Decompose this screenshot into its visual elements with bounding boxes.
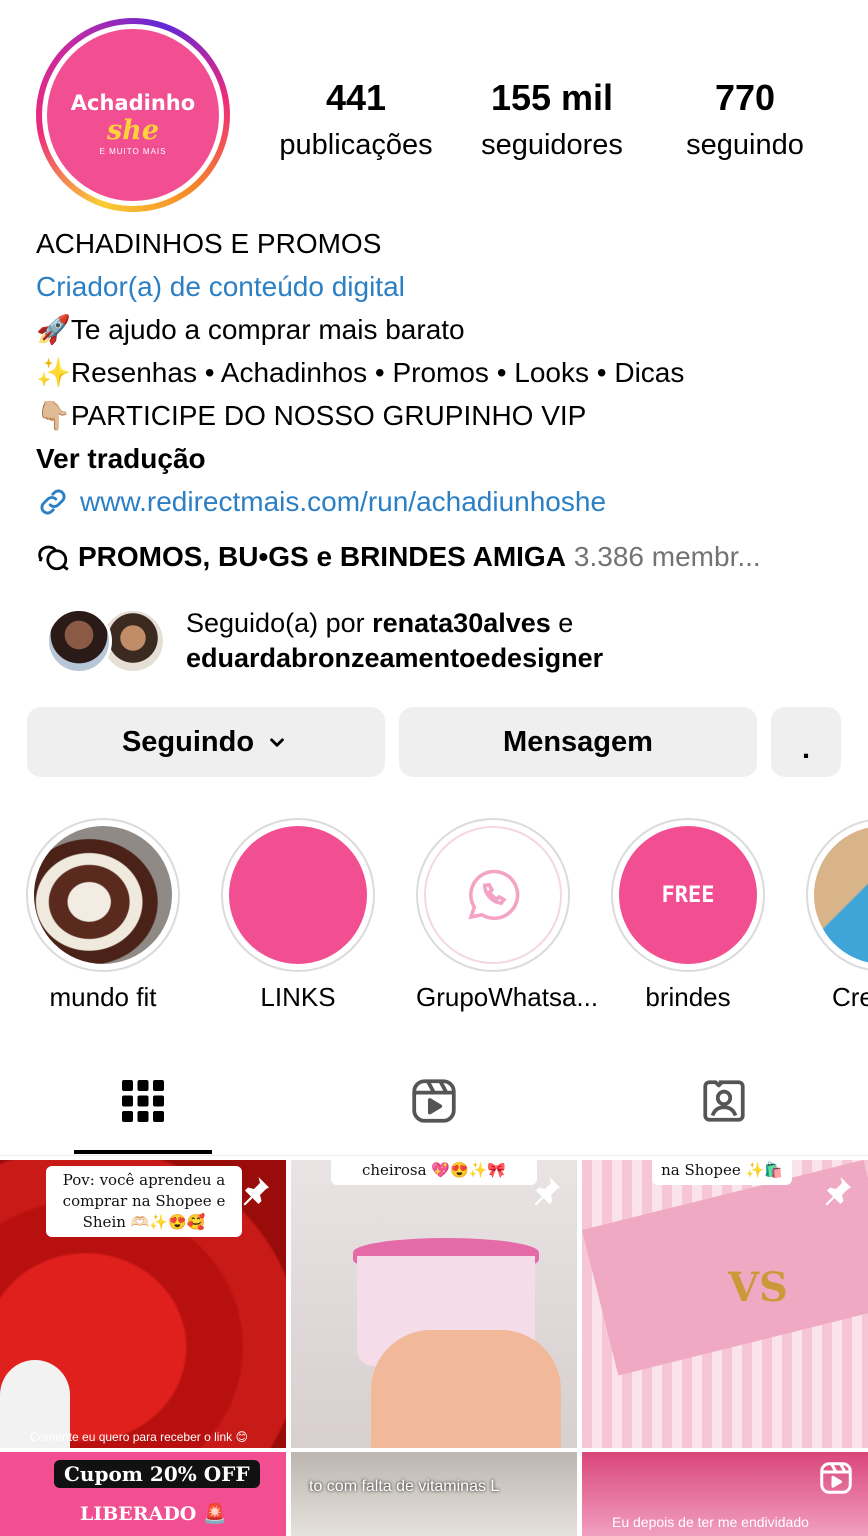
link-icon bbox=[40, 489, 66, 514]
post-coupon-caption: Cupom 20% OFF bbox=[54, 1460, 260, 1488]
avatar-logo-subtitle: E MUITO MAIS bbox=[99, 147, 167, 156]
message-label: Mensagem bbox=[503, 725, 653, 758]
bio-link-url: www.redirectmais.com/run/achadiunhoshe bbox=[80, 486, 607, 517]
post-thumbnail[interactable]: Cupom 20% OFF LIBERADO 🚨 bbox=[0, 1452, 286, 1536]
grid-icon bbox=[122, 1080, 164, 1122]
posts-label: publicações bbox=[279, 129, 433, 161]
highlight-item[interactable]: LINKS bbox=[221, 818, 375, 1013]
post-thumbnail[interactable]: Pov: você aprendeu a comprar na Shopee e… bbox=[0, 1160, 286, 1448]
posts-count: 441 bbox=[325, 77, 387, 118]
profile-bio: ACHADINHOS E PROMOS Criador(a) de conteú… bbox=[36, 222, 856, 523]
highlight-item[interactable]: Cre bbox=[806, 818, 868, 1013]
following-count: 770 bbox=[714, 77, 776, 118]
post-hand-shape bbox=[371, 1330, 561, 1448]
highlight-label: Cre bbox=[832, 982, 868, 1012]
bio-link[interactable]: www.redirectmais.com/run/achadiunhoshe bbox=[36, 480, 856, 523]
highlight-item[interactable]: mundo fit bbox=[26, 818, 180, 1013]
bio-line-3: 👇🏼PARTICIPE DO NOSSO GRUPINHO VIP bbox=[36, 400, 587, 431]
following-button[interactable]: Seguindo bbox=[27, 707, 385, 777]
post-thumbnail[interactable]: VS na Shopee ✨🛍️ bbox=[582, 1160, 868, 1448]
profile-name: ACHADINHOS E PROMOS bbox=[36, 228, 382, 259]
highlight-cover-free: FREE bbox=[619, 826, 757, 964]
highlight-label: GrupoWhatsa... bbox=[416, 982, 599, 1012]
post-thumbnail[interactable]: Eu depois de ter me endividado bbox=[582, 1452, 868, 1536]
following-label: seguindo bbox=[686, 129, 804, 161]
active-tab-indicator bbox=[74, 1150, 212, 1154]
bio-line-2: ✨Resenhas • Achadinhos • Promos • Looks … bbox=[36, 357, 685, 388]
avatar-logo-text: Achadinho bbox=[70, 91, 196, 115]
post-caption: Pov: você aprendeu a comprar na Shopee e… bbox=[46, 1166, 242, 1237]
reels-icon bbox=[412, 1079, 456, 1123]
followers-count: 155 mil bbox=[490, 77, 614, 118]
suggested-accounts-button[interactable]: . bbox=[771, 707, 841, 777]
chat-bubbles-icon bbox=[38, 545, 69, 571]
whatsapp-icon bbox=[468, 869, 520, 921]
stat-posts[interactable]: 441 publicações bbox=[258, 74, 454, 168]
post-caption: Eu depois de ter me endividado bbox=[612, 1514, 809, 1530]
highlight-label: mundo fit bbox=[49, 982, 157, 1012]
post-caption: cheirosa 💖😍✨🎀 bbox=[331, 1160, 537, 1185]
broadcast-channel[interactable]: PROMOS, BU•GS e BRINDES AMIGA 3.386 memb… bbox=[36, 540, 761, 574]
followed-by[interactable]: Seguido(a) por renata30alves e eduardabr… bbox=[46, 606, 603, 676]
translate-link[interactable]: Ver tradução bbox=[36, 437, 856, 480]
profile-stats: 441 publicações 155 mil seguidores 770 s… bbox=[258, 74, 848, 168]
avatar-logo-script: she bbox=[106, 115, 159, 146]
tab-tagged[interactable] bbox=[699, 1076, 749, 1126]
highlight-item[interactable]: FREE brindes bbox=[611, 818, 765, 1013]
post-caption: to com falta de vitaminas L bbox=[309, 1478, 500, 1495]
post-thumbnail[interactable]: to com falta de vitaminas L bbox=[291, 1452, 577, 1536]
followed-user-2: eduardabronzeamentoedesigner bbox=[186, 643, 604, 673]
channel-name: PROMOS, BU•GS e BRINDES AMIGA bbox=[78, 541, 566, 572]
following-label: Seguindo bbox=[121, 725, 255, 758]
post-coupon-subcaption: LIBERADO 🚨 bbox=[80, 1503, 227, 1525]
profile-actions: Seguindo Mensagem . bbox=[27, 707, 841, 777]
reels-badge-icon bbox=[820, 1462, 852, 1494]
highlight-label: LINKS bbox=[260, 982, 336, 1012]
followed-user-1: renata30alves bbox=[372, 608, 551, 638]
follower-avatar bbox=[46, 608, 112, 674]
highlight-cover-links bbox=[229, 826, 367, 964]
tab-reels[interactable] bbox=[409, 1076, 459, 1126]
profile-category[interactable]: Criador(a) de conteúdo digital bbox=[36, 265, 856, 308]
followed-by-text: Seguido(a) por renata30alves e eduardabr… bbox=[186, 606, 603, 676]
pin-icon bbox=[534, 1177, 560, 1206]
stat-following[interactable]: 770 seguindo bbox=[650, 74, 840, 168]
message-button[interactable]: Mensagem bbox=[399, 707, 757, 777]
story-highlights: mundo fit LINKS GrupoWhatsa... FREE brin… bbox=[0, 818, 868, 1018]
pin-icon bbox=[243, 1177, 269, 1206]
highlight-cover-sneakers bbox=[34, 826, 172, 964]
tagged-user-icon bbox=[703, 1080, 745, 1122]
highlight-cover-whatsapp bbox=[424, 826, 562, 964]
highlight-item[interactable]: GrupoWhatsa... bbox=[416, 818, 599, 1013]
stat-followers[interactable]: 155 mil seguidores bbox=[454, 74, 650, 168]
channel-members: 3.386 membr... bbox=[573, 541, 761, 572]
free-badge: FREE bbox=[661, 882, 715, 908]
pin-icon bbox=[825, 1177, 851, 1206]
post-box-monogram: VS bbox=[728, 1264, 788, 1311]
chevron-down-icon bbox=[270, 738, 284, 747]
post-thumbnail[interactable]: cheirosa 💖😍✨🎀 bbox=[291, 1160, 577, 1448]
highlight-label: brindes bbox=[645, 982, 731, 1012]
profile-tabs bbox=[0, 1050, 868, 1156]
post-bottom-text: Comente eu quero para receber o link 😊 bbox=[30, 1430, 248, 1444]
followed-prefix: Seguido(a) por bbox=[186, 608, 365, 638]
more-label: . bbox=[801, 732, 811, 765]
bio-line-1: 🚀Te ajudo a comprar mais barato bbox=[36, 314, 465, 345]
followers-label: seguidores bbox=[481, 129, 623, 161]
highlight-cover-partial bbox=[814, 826, 868, 964]
profile-avatar[interactable]: Achadinho she E MUITO MAIS bbox=[36, 18, 230, 212]
post-caption: na Shopee ✨🛍️ bbox=[652, 1160, 792, 1185]
followed-joiner: e bbox=[558, 608, 574, 638]
tab-posts-grid[interactable] bbox=[118, 1076, 168, 1126]
